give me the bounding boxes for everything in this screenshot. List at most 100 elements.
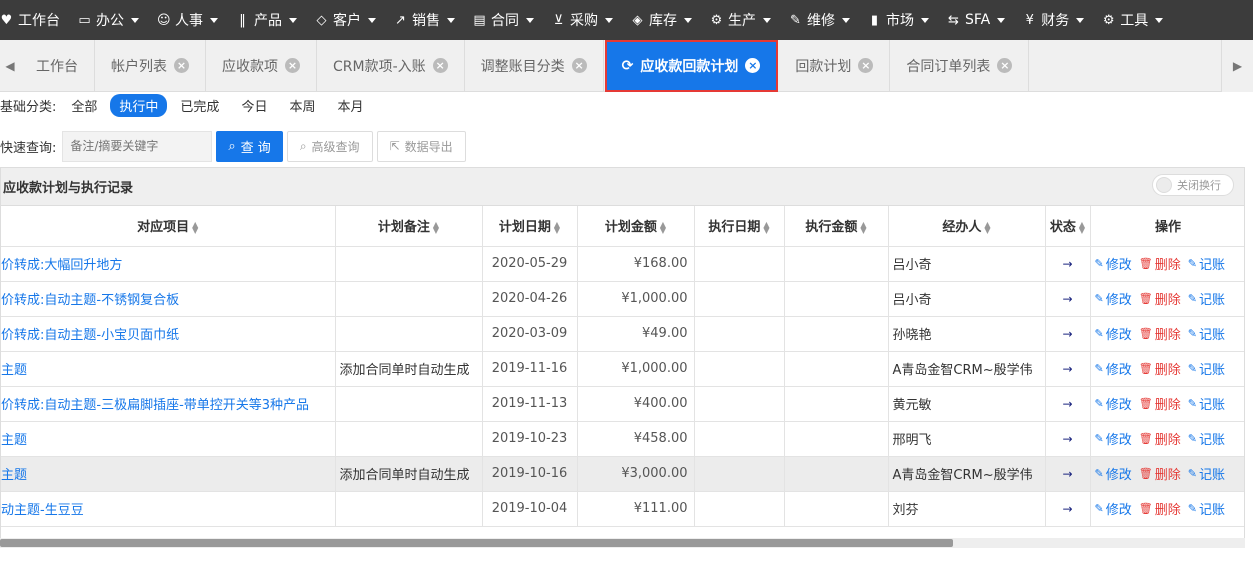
delete-button[interactable]: 🗑 删除 bbox=[1139, 254, 1181, 273]
column-header-2[interactable]: 计划日期 ▲ ▼ bbox=[482, 206, 578, 247]
nav-item-3[interactable]: ‖ 产品 bbox=[227, 0, 306, 40]
tab-scroll-right-icon[interactable]: ▶ bbox=[1221, 40, 1253, 92]
toggle-label: 关闭换行 bbox=[1177, 179, 1221, 192]
project-link[interactable]: 主题 bbox=[1, 421, 336, 457]
filter-option-0[interactable]: 全部 bbox=[62, 94, 106, 117]
column-header-4[interactable]: 执行日期 ▲ ▼ bbox=[694, 206, 785, 247]
sort-icon: ▲ ▼ bbox=[659, 219, 667, 235]
edit-button[interactable]: ✎ 修改 bbox=[1095, 464, 1132, 483]
record-button[interactable]: ✎ 记账 bbox=[1188, 394, 1225, 413]
nav-item-9[interactable]: ⚙ 生产 bbox=[701, 0, 780, 40]
project-link[interactable]: 价转成:自动主题-不锈钢复合板 bbox=[1, 281, 336, 317]
project-link[interactable]: 主题 bbox=[1, 351, 336, 387]
column-header-7[interactable]: 状态 ▲ ▼ bbox=[1045, 206, 1091, 247]
plan-amount: ¥49.00 bbox=[577, 316, 695, 352]
column-header-5[interactable]: 执行金额 ▲ ▼ bbox=[784, 206, 889, 247]
edit-button[interactable]: ✎ 修改 bbox=[1095, 359, 1132, 378]
edit-button[interactable]: ✎ 修改 bbox=[1095, 394, 1132, 413]
close-icon[interactable]: × bbox=[174, 58, 189, 73]
record-button[interactable]: ✎ 记账 bbox=[1188, 464, 1225, 483]
close-icon[interactable]: × bbox=[858, 58, 874, 73]
filter-option-1[interactable]: 执行中 bbox=[110, 93, 168, 117]
filter-option-3[interactable]: 今日 bbox=[232, 94, 276, 117]
pencil-icon: ✎ bbox=[1094, 432, 1104, 445]
delete-button[interactable]: 🗑 删除 bbox=[1139, 394, 1181, 413]
nav-item-4[interactable]: ◇ 客户 bbox=[306, 0, 385, 40]
project-link[interactable]: 价转成:自动主题-三极扁脚插座-带单控开关等3种产品 bbox=[1, 386, 336, 422]
column-header-6[interactable]: 经办人 ▲ ▼ bbox=[888, 206, 1046, 247]
nav-item-5[interactable]: ↗ 销售 bbox=[385, 0, 464, 40]
nav-item-11[interactable]: ▮ 市场 bbox=[859, 0, 938, 40]
nav-item-12[interactable]: ⇆ SFA bbox=[938, 0, 1014, 40]
nav-item-6[interactable]: ▤ 合同 bbox=[464, 0, 543, 40]
tab-5[interactable]: ⟳ 应收款回款计划 × bbox=[604, 39, 779, 92]
wrench-icon: ✎ bbox=[790, 12, 801, 28]
record-button[interactable]: ✎ 记账 bbox=[1188, 429, 1225, 448]
delete-button[interactable]: 🗑 删除 bbox=[1139, 359, 1181, 378]
pencil-icon: ✎ bbox=[1187, 397, 1197, 410]
record-button[interactable]: ✎ 记账 bbox=[1188, 254, 1225, 273]
exec-amount bbox=[784, 246, 889, 282]
column-header-0[interactable]: 对应项目 ▲ ▼ bbox=[1, 206, 336, 247]
project-link[interactable]: 价转成:大幅回升地方 bbox=[1, 246, 336, 282]
filter-option-5[interactable]: 本月 bbox=[328, 94, 372, 117]
close-icon[interactable]: × bbox=[997, 58, 1013, 73]
delete-button[interactable]: 🗑 删除 bbox=[1139, 499, 1181, 518]
delete-button[interactable]: 🗑 删除 bbox=[1139, 464, 1181, 483]
nav-item-13[interactable]: ¥ 财务 bbox=[1014, 0, 1093, 40]
edit-button[interactable]: ✎ 修改 bbox=[1095, 429, 1132, 448]
tab-7[interactable]: 合同订单列表 × bbox=[890, 39, 1030, 92]
edit-button[interactable]: ✎ 修改 bbox=[1095, 499, 1132, 518]
tab-scroll-left-icon[interactable]: ◀ bbox=[0, 40, 20, 92]
column-header-3[interactable]: 计划金额 ▲ ▼ bbox=[577, 206, 695, 247]
filter-option-2[interactable]: 已完成 bbox=[171, 94, 228, 117]
nav-item-10[interactable]: ✎ 维修 bbox=[780, 0, 859, 40]
nav-item-1[interactable]: ▭ 办公 bbox=[69, 0, 148, 40]
delete-button[interactable]: 🗑 删除 bbox=[1139, 429, 1181, 448]
nav-item-7[interactable]: ⊻ 采购 bbox=[543, 0, 622, 40]
caret-down-icon bbox=[131, 17, 139, 23]
close-icon[interactable]: × bbox=[571, 58, 587, 73]
export-button[interactable]: ⇱ 数据导出 bbox=[376, 130, 466, 162]
edit-button[interactable]: ✎ 修改 bbox=[1095, 289, 1132, 308]
nav-item-14[interactable]: ⚙ 工具 bbox=[1093, 0, 1172, 40]
close-icon[interactable]: × bbox=[432, 58, 448, 73]
horizontal-scrollbar[interactable] bbox=[0, 538, 1245, 548]
record-button[interactable]: ✎ 记账 bbox=[1188, 359, 1225, 378]
edit-button[interactable]: ✎ 修改 bbox=[1095, 324, 1132, 343]
scrollbar-thumb[interactable] bbox=[0, 539, 953, 547]
delete-button[interactable]: 🗑 删除 bbox=[1139, 324, 1181, 343]
record-button[interactable]: ✎ 记账 bbox=[1188, 324, 1225, 343]
tab-4[interactable]: 调整账目分类 × bbox=[465, 39, 604, 92]
filter-label: 基础分类: bbox=[0, 99, 57, 115]
advanced-query-button[interactable]: ⌕ 高级查询 bbox=[286, 130, 373, 162]
project-link[interactable]: 主题 bbox=[1, 456, 336, 492]
pencil-icon: ✎ bbox=[1187, 327, 1197, 340]
exec-amount bbox=[784, 316, 889, 352]
nav-item-8[interactable]: ◈ 库存 bbox=[622, 0, 701, 40]
nav-item-2[interactable]: ☺ 人事 bbox=[148, 0, 227, 40]
close-icon[interactable]: × bbox=[285, 58, 300, 73]
edit-button[interactable]: ✎ 修改 bbox=[1095, 254, 1132, 273]
search-input[interactable] bbox=[62, 130, 213, 162]
row-actions: ✎ 修改 🗑 删除 ✎ 记账 bbox=[1090, 456, 1244, 492]
tab-1[interactable]: 帐户列表 × bbox=[95, 39, 206, 92]
filter-option-4[interactable]: 本周 bbox=[280, 94, 324, 117]
query-button[interactable]: ⌕ 查 询 bbox=[216, 130, 283, 162]
project-link[interactable]: 动主题-生豆豆 bbox=[1, 491, 336, 527]
column-header-1[interactable]: 计划备注 ▲ ▼ bbox=[335, 206, 483, 247]
tab-3[interactable]: CRM款项-入账 × bbox=[317, 39, 465, 92]
trash-icon: 🗑 bbox=[1138, 362, 1153, 375]
delete-button[interactable]: 🗑 删除 bbox=[1139, 289, 1181, 308]
close-icon[interactable]: × bbox=[745, 58, 761, 73]
column-header-8[interactable]: 操作 bbox=[1090, 206, 1244, 247]
plan-note bbox=[335, 281, 483, 317]
record-button[interactable]: ✎ 记账 bbox=[1188, 499, 1225, 518]
line-wrap-toggle[interactable]: 关闭换行 bbox=[1152, 174, 1234, 196]
record-button[interactable]: ✎ 记账 bbox=[1188, 289, 1225, 308]
tab-2[interactable]: 应收款项 × bbox=[206, 39, 317, 92]
tab-6[interactable]: 回款计划 × bbox=[779, 39, 891, 92]
tab-0[interactable]: 工作台 bbox=[20, 39, 95, 92]
nav-item-0[interactable]: ♥ 工作台 bbox=[0, 0, 69, 40]
project-link[interactable]: 价转成:自动主题-小宝贝面巾纸 bbox=[1, 316, 336, 352]
